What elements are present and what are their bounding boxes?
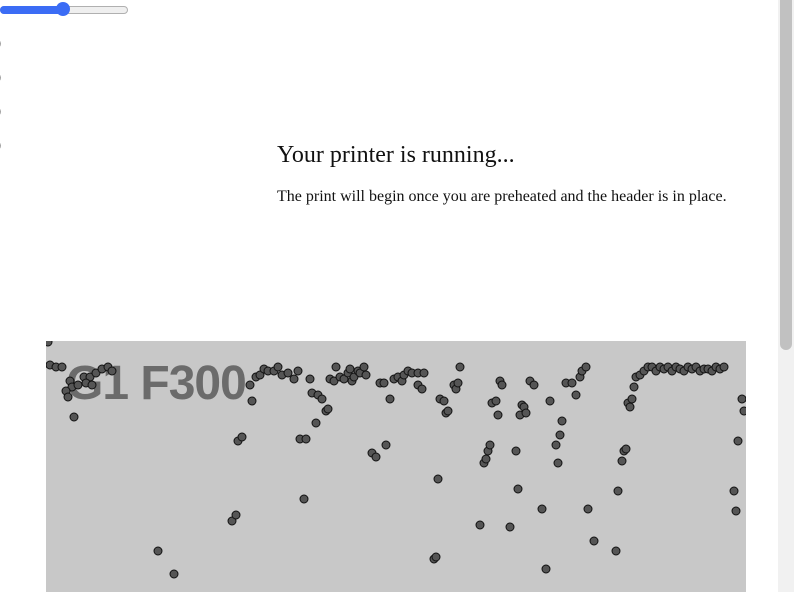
particle-ball	[485, 440, 495, 450]
counter-label: 0	[0, 105, 1, 121]
counter-label: 0	[0, 37, 1, 53]
particle-ball	[289, 374, 299, 384]
scrollbar-thumb[interactable]	[780, 0, 792, 350]
particle-ball	[625, 402, 635, 412]
particle-ball	[537, 504, 547, 514]
particle-ball	[453, 378, 463, 388]
particle-ball	[63, 392, 73, 402]
status-heading: Your printer is running...	[277, 142, 515, 168]
particle-ball	[385, 394, 395, 404]
particle-ball	[627, 394, 637, 404]
particle-ball	[617, 456, 627, 466]
vertical-scrollbar[interactable]	[778, 0, 794, 592]
particle-ball	[511, 446, 521, 456]
particle-ball	[737, 394, 746, 404]
particle-ball	[245, 380, 255, 390]
particle-ball	[739, 406, 746, 416]
particle-ball	[557, 416, 567, 426]
particle-ball	[481, 454, 491, 464]
particle-ball	[69, 412, 79, 422]
particle-ball	[439, 396, 449, 406]
particle-ball	[371, 452, 381, 462]
slider-thumb[interactable]	[56, 2, 70, 16]
particle-ball	[521, 408, 531, 418]
game-canvas[interactable]: G1 F300	[46, 341, 746, 592]
particle-ball	[361, 370, 371, 380]
particle-ball	[555, 430, 565, 440]
particle-ball	[73, 380, 83, 390]
particle-ball	[331, 362, 341, 372]
particle-ball	[497, 380, 507, 390]
particle-ball	[731, 506, 741, 516]
particle-ball	[629, 382, 639, 392]
particle-ball	[231, 510, 241, 520]
particle-ball	[729, 486, 739, 496]
particle-ball	[317, 394, 327, 404]
particle-ball	[237, 432, 247, 442]
particle-ball	[87, 380, 97, 390]
particle-ball	[273, 362, 283, 372]
particle-ball	[169, 569, 179, 579]
particle-ball	[301, 434, 311, 444]
particle-ball	[513, 484, 523, 494]
particle-ball	[57, 362, 67, 372]
particle-ball	[613, 486, 623, 496]
particle-ball	[719, 362, 729, 372]
particle-ball	[153, 546, 163, 556]
particle-ball	[417, 384, 427, 394]
particle-ball	[529, 380, 539, 390]
slider-fill	[0, 6, 63, 14]
particle-ball	[283, 368, 293, 378]
counter-label: 0	[0, 71, 1, 87]
particle-ball	[611, 546, 621, 556]
particle-ball	[733, 436, 743, 446]
status-message: Your printer is running... The print wil…	[277, 140, 757, 207]
particle-ball	[581, 362, 591, 372]
particle-ball	[505, 522, 515, 532]
particle-ball	[571, 390, 581, 400]
particle-ball	[247, 396, 257, 406]
particle-ball	[299, 494, 309, 504]
particle-ball	[107, 366, 117, 376]
particle-ball	[433, 474, 443, 484]
counter-label: 0	[0, 139, 1, 155]
particle-ball	[379, 378, 389, 388]
particle-ball	[583, 504, 593, 514]
particle-ball	[545, 396, 555, 406]
particle-ball	[419, 368, 429, 378]
particle-ball	[311, 418, 321, 428]
particle-ball	[621, 444, 631, 454]
particle-ball	[551, 440, 561, 450]
particle-ball	[443, 406, 453, 416]
particle-ball	[589, 536, 599, 546]
particle-ball	[46, 341, 53, 347]
particle-ball	[323, 404, 333, 414]
particle-ball	[293, 366, 303, 376]
particle-field	[46, 341, 746, 579]
particle-ball	[305, 374, 315, 384]
particle-ball	[541, 564, 551, 574]
particle-ball	[455, 362, 465, 372]
page: 0 0 0 0 Your printer is running... The p…	[0, 0, 794, 592]
particle-ball	[493, 410, 503, 420]
particle-ball	[553, 458, 563, 468]
particle-ball	[345, 364, 355, 374]
particle-ball	[567, 378, 577, 388]
particle-ball	[491, 396, 501, 406]
particle-ball	[431, 552, 441, 562]
status-body: The print will begin once you are prehea…	[277, 188, 727, 205]
speed-slider[interactable]	[0, 2, 128, 16]
particle-ball	[381, 440, 391, 450]
particle-ball	[475, 520, 485, 530]
particle-ball	[359, 362, 369, 372]
